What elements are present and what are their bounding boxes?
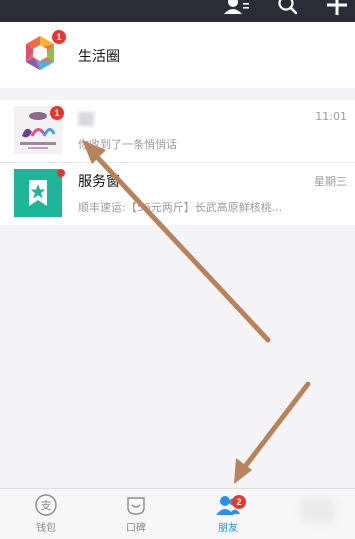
blurred-sender-name — [78, 112, 94, 126]
tab-label: 钱包 — [36, 523, 56, 534]
tab-friends[interactable]: 2 朋友 — [198, 493, 258, 537]
tab-label: 朋友 — [218, 523, 238, 534]
message-unread-badge: 1 — [50, 106, 64, 120]
friends-unread-badge: 2 — [232, 495, 246, 509]
message-row-whisper[interactable]: 1 你收到了一条悄悄话 11:01 — [0, 100, 355, 162]
tab-wallet[interactable]: 支 钱包 — [16, 493, 76, 537]
unread-dot — [57, 169, 65, 177]
tab-mine[interactable] — [288, 493, 348, 537]
message-preview: 你收到了一条悄悄话 — [78, 138, 177, 151]
top-header — [0, 0, 355, 22]
search-icon[interactable] — [276, 0, 300, 16]
koubei-icon — [127, 497, 145, 515]
message-sender-name: 服务窗 — [78, 174, 120, 190]
contacts-icon[interactable] — [222, 0, 250, 16]
bottom-tab-bar: 支 钱包 口碑 2 朋友 — [0, 488, 355, 539]
life-circle-title: 生活圈 — [78, 49, 120, 65]
tab-koubei[interactable]: 口碑 — [106, 493, 166, 537]
message-time: 11:01 — [315, 110, 347, 123]
add-icon[interactable] — [326, 0, 348, 16]
wallet-icon: 支 — [35, 494, 57, 516]
message-row-service-window[interactable]: 服务窗 顺丰速运:【56元两斤】长武高原鲜核桃... 星期三 — [0, 162, 355, 225]
svg-text:支: 支 — [41, 499, 52, 512]
tab-label: 口碑 — [126, 523, 146, 534]
annotation-arrowhead-friends — [234, 458, 252, 484]
screen: 1 生活圈 1 你收到了一条悄悄话 11:01 服务窗 顺丰速运:【56元两斤】… — [0, 0, 355, 539]
mine-icon — [301, 497, 335, 523]
message-list: 1 你收到了一条悄悄话 11:01 服务窗 顺丰速运:【56元两斤】长武高原鲜核… — [0, 100, 355, 225]
life-circle-row[interactable]: 1 生活圈 — [0, 22, 355, 88]
annotation-arrow-to-friends — [241, 381, 311, 471]
life-circle-badge: 1 — [52, 30, 66, 44]
service-window-star-icon — [14, 169, 62, 217]
message-time: 星期三 — [314, 175, 347, 188]
message-preview: 顺丰速运:【56元两斤】长武高原鲜核桃... — [78, 201, 283, 214]
